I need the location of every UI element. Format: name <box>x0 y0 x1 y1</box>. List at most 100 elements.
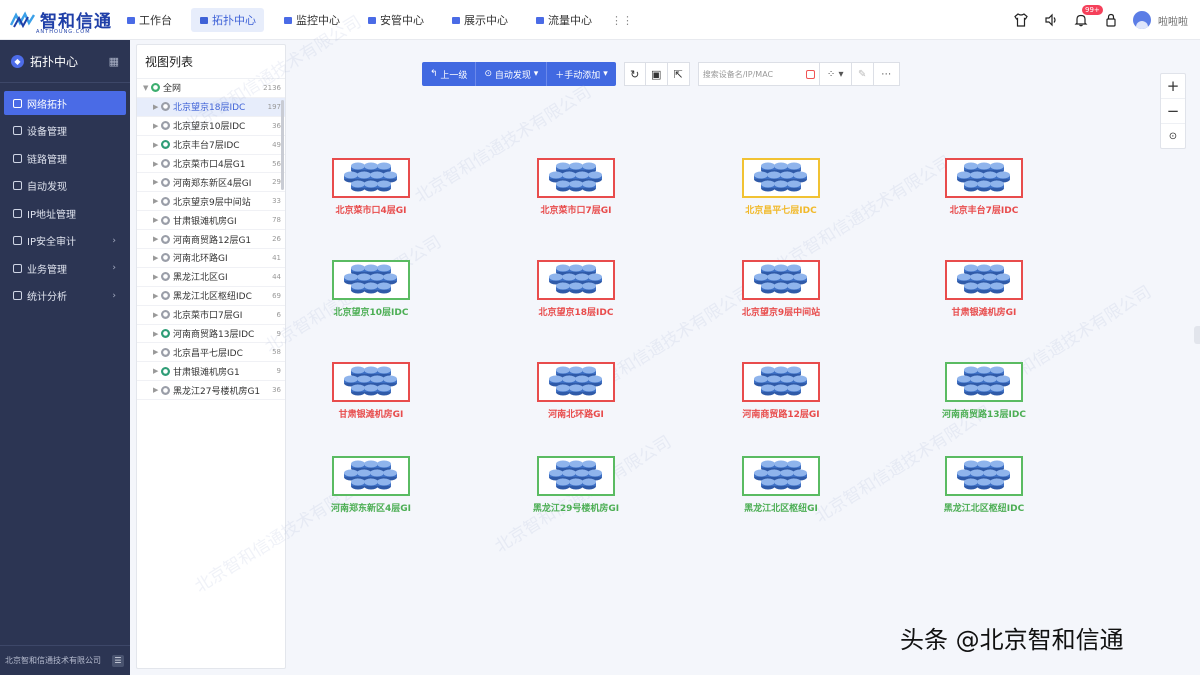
tree-root[interactable]: ▼ ● 全网 2136 <box>137 79 285 98</box>
caret-right-icon[interactable]: ▶ <box>153 122 161 130</box>
server-cluster-icon[interactable] <box>945 260 1023 300</box>
tree-item[interactable]: ▶ ● 黑龙江北区枢纽IDC 69 <box>137 287 285 306</box>
menu-grid-icon[interactable]: ▦ <box>109 55 119 68</box>
server-cluster-icon[interactable] <box>332 158 410 198</box>
sidebar-item[interactable]: 设备管理 <box>4 119 126 143</box>
caret-right-icon[interactable]: ▶ <box>153 160 161 168</box>
sidebar-item[interactable]: 业务管理 › <box>4 256 126 280</box>
server-cluster-icon[interactable] <box>537 456 615 496</box>
sidebar-item[interactable]: IP地址管理 <box>4 201 126 225</box>
topology-node[interactable]: 北京丰台7层IDC <box>919 158 1049 216</box>
topology-node[interactable]: 黑龙江29号楼机房GI <box>511 456 641 514</box>
zoom-out-button[interactable]: − <box>1161 99 1185 124</box>
collapse-sidebar-icon[interactable]: ☰ <box>112 654 124 667</box>
topology-node[interactable]: 北京昌平七层IDC <box>716 158 846 216</box>
volume-icon[interactable] <box>1043 12 1059 28</box>
topology-node[interactable]: 河南商贸路12层GI <box>716 362 846 420</box>
save-button[interactable]: ▣ <box>645 62 668 86</box>
top-nav-item[interactable]: 工作台 <box>118 8 180 32</box>
topology-node[interactable]: 北京菜市口4层GI <box>306 158 436 216</box>
caret-right-icon[interactable]: ▶ <box>153 348 161 356</box>
topology-node[interactable]: 河南北环路GI <box>511 362 641 420</box>
tree-item[interactable]: ▶ ● 甘肃银滩机房GI 78 <box>137 211 285 231</box>
caret-right-icon[interactable]: ▶ <box>153 311 161 319</box>
server-cluster-icon[interactable] <box>537 362 615 402</box>
tree-item[interactable]: ▶ ● 北京菜市口7层GI 6 <box>137 306 285 325</box>
sidebar-item[interactable]: IP安全审计 › <box>4 229 126 253</box>
zoom-in-button[interactable]: + <box>1161 74 1185 99</box>
server-cluster-icon[interactable] <box>332 260 410 300</box>
apps-grid-icon[interactable]: ⋮⋮ <box>611 14 633 27</box>
side-panel-handle[interactable] <box>1194 326 1200 344</box>
server-cluster-icon[interactable] <box>945 362 1023 402</box>
topology-node[interactable]: 北京望京10层IDC <box>306 260 436 318</box>
username[interactable]: 啦啦啦 <box>1158 13 1188 28</box>
tree-item[interactable]: ▶ ● 北京望京9层中间站 33 <box>137 192 285 212</box>
sidebar-item[interactable]: 网络拓扑 <box>4 91 126 115</box>
sidebar-item[interactable]: 自动发现 <box>4 174 126 198</box>
logo[interactable]: 智和信通 ANTHOUNG.COM <box>0 7 118 35</box>
tree-item[interactable]: ▶ ● 黑龙江北区GI 44 <box>137 268 285 287</box>
topology-node[interactable]: 黑龙江北区枢纽GI <box>716 456 846 514</box>
scan-icon[interactable] <box>805 69 815 79</box>
caret-right-icon[interactable]: ▶ <box>153 330 161 338</box>
caret-right-icon[interactable]: ▶ <box>153 386 161 394</box>
topology-node[interactable]: 北京菜市口7层GI <box>511 158 641 216</box>
search-input[interactable] <box>702 69 803 79</box>
topology-canvas[interactable]: 北京菜市口4层GI 北京菜市口7层GI 北京昌平七层IDC 北京丰台7层IDC 北京望京… <box>290 96 1150 656</box>
tree-item[interactable]: ▶ ● 北京昌平七层IDC 58 <box>137 343 285 363</box>
server-cluster-icon[interactable] <box>742 260 820 300</box>
top-nav-item[interactable]: 拓扑中心 <box>191 7 264 32</box>
caret-right-icon[interactable]: ▶ <box>153 178 161 186</box>
topology-node[interactable]: 河南郑东新区4层GI <box>306 456 436 514</box>
caret-right-icon[interactable]: ▶ <box>153 216 161 224</box>
server-cluster-icon[interactable] <box>945 158 1023 198</box>
lock-icon[interactable] <box>1103 12 1119 28</box>
caret-right-icon[interactable]: ▶ <box>153 254 161 262</box>
caret-right-icon[interactable]: ▶ <box>153 292 161 300</box>
tree-item[interactable]: ▶ ● 北京丰台7层IDC 49 <box>137 136 285 155</box>
refresh-button[interactable]: ↻ <box>623 62 646 86</box>
top-nav-item[interactable]: 监控中心 <box>275 8 348 32</box>
caret-right-icon[interactable]: ▶ <box>153 141 161 149</box>
server-cluster-icon[interactable] <box>742 362 820 402</box>
tree-item[interactable]: ▶ ● 北京望京18层IDC 197 <box>137 97 285 117</box>
caret-right-icon[interactable]: ▶ <box>153 103 161 111</box>
topology-node[interactable]: 北京望京18层IDC <box>511 260 641 318</box>
caret-right-icon[interactable]: ▶ <box>153 273 161 281</box>
manual-add-button[interactable]: ＋手动添加 ▾ <box>547 62 615 86</box>
layout-tool-button[interactable]: ⁘ ▾ <box>819 62 852 86</box>
bell-icon[interactable]: 99+ <box>1073 5 1103 28</box>
tree-item[interactable]: ▶ ● 河南郑东新区4层GI 29 <box>137 173 285 193</box>
topology-node[interactable]: 河南商贸路13层IDC <box>919 362 1049 420</box>
tree-item[interactable]: ▶ ● 甘肃银滩机房G1 9 <box>137 362 285 382</box>
topology-node[interactable]: 北京望京9层中间站 <box>716 260 846 318</box>
auto-discover-button[interactable]: ⊙ 自动发现 ▾ <box>476 62 548 86</box>
server-cluster-icon[interactable] <box>332 362 410 402</box>
caret-right-icon[interactable]: ▶ <box>153 235 161 243</box>
topology-node[interactable]: 黑龙江北区枢纽IDC <box>919 456 1049 514</box>
server-cluster-icon[interactable] <box>945 456 1023 496</box>
tree-item[interactable]: ▶ ● 北京菜市口4层G1 56 <box>137 155 285 174</box>
server-cluster-icon[interactable] <box>537 260 615 300</box>
caret-right-icon[interactable]: ▶ <box>153 197 161 205</box>
topology-node[interactable]: 甘肃银滩机房GI <box>919 260 1049 318</box>
tree-item[interactable]: ▶ ● 河南商贸路13层IDC 9 <box>137 325 285 344</box>
sidebar-item[interactable]: 统计分析 › <box>4 284 126 308</box>
scrollbar[interactable] <box>281 100 284 190</box>
caret-right-icon[interactable]: ▶ <box>153 367 161 375</box>
up-level-button[interactable]: ↰ 上一级 <box>422 62 477 86</box>
top-nav-item[interactable]: 展示中心 <box>443 8 516 32</box>
server-cluster-icon[interactable] <box>742 158 820 198</box>
fit-view-button[interactable]: ⊙ <box>1161 124 1185 149</box>
tree-item[interactable]: ▶ ● 北京望京10层IDC 36 <box>137 117 285 136</box>
server-cluster-icon[interactable] <box>742 456 820 496</box>
tree-item[interactable]: ▶ ● 河南商贸路12层G1 26 <box>137 230 285 250</box>
topology-node[interactable]: 甘肃银滩机房GI <box>306 362 436 420</box>
sidebar-item[interactable]: 链路管理 <box>4 146 126 170</box>
server-cluster-icon[interactable] <box>332 456 410 496</box>
tree-item[interactable]: ▶ ● 黑龙江27号楼机房G1 36 <box>137 381 285 401</box>
skin-icon[interactable] <box>1013 12 1029 28</box>
more-button[interactable]: ⋯ <box>873 62 900 86</box>
top-nav-item[interactable]: 安管中心 <box>359 8 432 32</box>
